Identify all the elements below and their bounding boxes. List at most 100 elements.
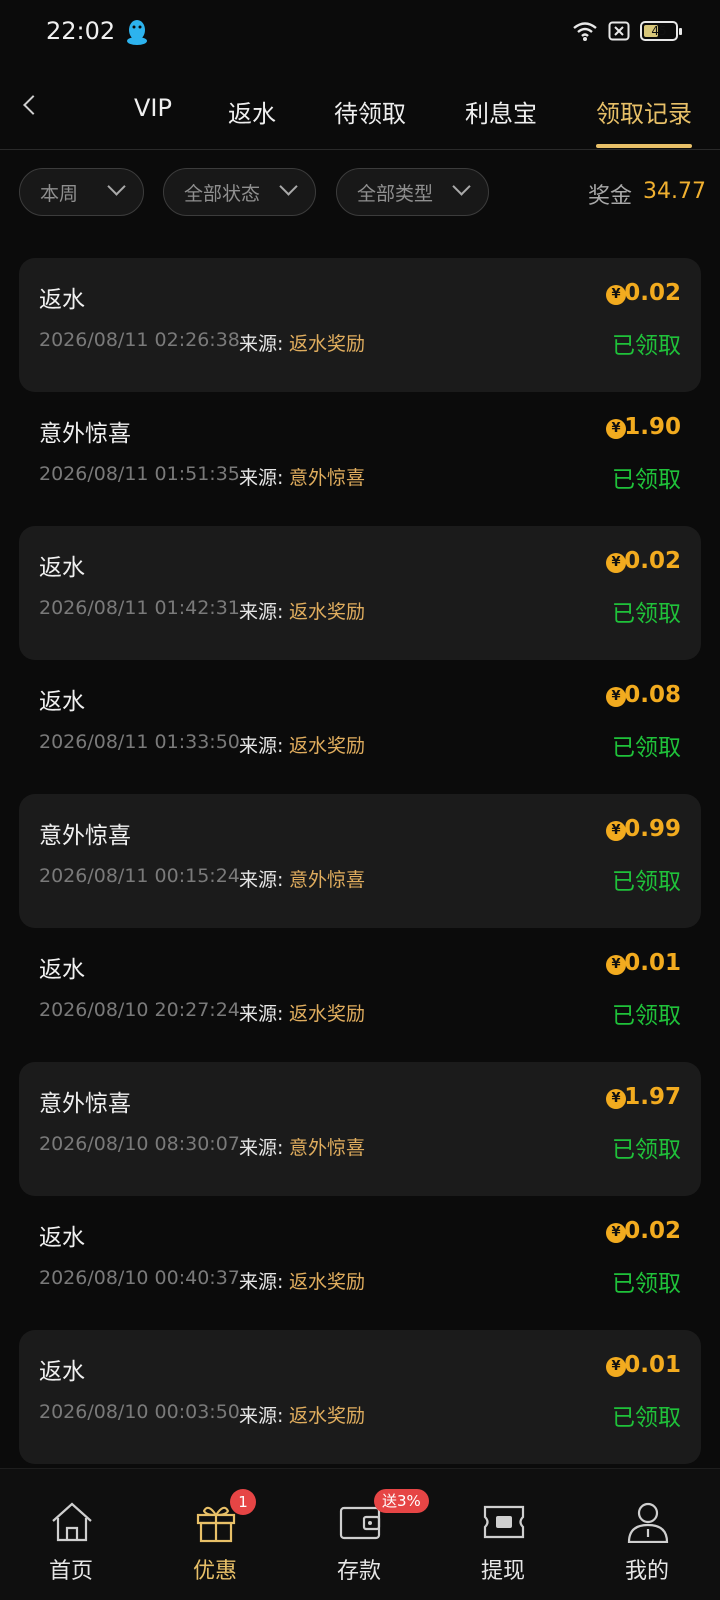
- record-title: 返水: [39, 957, 85, 983]
- record-source: 返水奖励: [289, 1003, 366, 1025]
- record-item[interactable]: 返水 2026/08/11 01:42:31 来源: 返水奖励 ¥ 0.02 已…: [19, 526, 701, 660]
- record-status: 已领取: [612, 601, 681, 627]
- chevron-down-icon: [452, 177, 471, 196]
- record-amount: 0.02: [624, 548, 681, 574]
- record-title: 返水: [39, 287, 85, 313]
- record-source-label: 来源:: [239, 1003, 284, 1025]
- record-source-label: 来源:: [239, 1405, 284, 1427]
- yuan-coin-icon: ¥: [606, 821, 626, 841]
- nav-withdraw[interactable]: 提现: [458, 1501, 548, 1591]
- record-time: 2026/08/11 01:51:35: [39, 463, 240, 485]
- no-sim-icon: [608, 21, 630, 41]
- tab-vip[interactable]: VIP: [134, 94, 172, 122]
- deposit-bonus-badge: 送3%: [374, 1489, 429, 1513]
- tab-interest[interactable]: 利息宝: [465, 94, 537, 129]
- record-status: 已领取: [612, 735, 681, 761]
- record-amount: 0.99: [624, 816, 681, 842]
- record-source-label: 来源:: [239, 735, 284, 757]
- record-source-label: 来源:: [239, 333, 284, 355]
- record-amount: 0.02: [624, 280, 681, 306]
- bonus-total: 34.77: [643, 179, 706, 204]
- record-title: 意外惊喜: [39, 421, 131, 447]
- record-status: 已领取: [612, 333, 681, 359]
- record-time: 2026/08/11 01:33:50: [39, 731, 240, 753]
- status-filter-dropdown[interactable]: 全部状态: [163, 168, 316, 216]
- status-time: 22:02: [46, 17, 116, 45]
- record-time: 2026/08/11 00:15:24: [39, 865, 240, 887]
- record-title: 返水: [39, 689, 85, 715]
- record-amount: 1.90: [624, 414, 681, 440]
- yuan-coin-icon: ¥: [606, 1223, 626, 1243]
- record-source: 返水奖励: [289, 1405, 366, 1427]
- record-source: 意外惊喜: [289, 1137, 366, 1159]
- period-filter-dropdown[interactable]: 本周: [19, 168, 144, 216]
- record-item[interactable]: 意外惊喜 2026/08/11 00:15:24 来源: 意外惊喜 ¥ 0.99…: [19, 794, 701, 928]
- bonus-label: 奖金: [588, 184, 633, 209]
- home-icon: [52, 1502, 92, 1542]
- back-button[interactable]: [14, 90, 50, 126]
- record-title: 意外惊喜: [39, 823, 131, 849]
- record-title: 返水: [39, 1225, 85, 1251]
- record-source: 意外惊喜: [289, 869, 366, 891]
- tab-pending[interactable]: 待领取: [334, 94, 406, 129]
- record-source: 返水奖励: [289, 601, 366, 623]
- nav-deposit[interactable]: 存款: [314, 1501, 404, 1591]
- claim-records-list: 返水 2026/08/11 02:26:38 来源: 返水奖励 ¥ 0.02 已…: [19, 258, 701, 1464]
- record-time: 2026/08/11 02:26:38: [39, 329, 240, 351]
- record-item[interactable]: 返水 2026/08/11 01:33:50 来源: 返水奖励 ¥ 0.08 已…: [19, 660, 701, 794]
- record-source-label: 来源:: [239, 1137, 284, 1159]
- profile-icon: [627, 1502, 669, 1543]
- status-icons: 45: [572, 20, 682, 42]
- record-item[interactable]: 返水 2026/08/10 00:03:50 来源: 返水奖励 ¥ 0.01 已…: [19, 1330, 701, 1464]
- type-filter-dropdown[interactable]: 全部类型: [336, 168, 489, 216]
- tab-rebate[interactable]: 返水: [228, 94, 276, 129]
- record-source: 返水奖励: [289, 333, 366, 355]
- record-status: 已领取: [612, 1137, 681, 1163]
- record-status: 已领取: [612, 1405, 681, 1431]
- active-tab-indicator: [596, 144, 692, 148]
- yuan-coin-icon: ¥: [606, 687, 626, 707]
- record-item[interactable]: 意外惊喜 2026/08/11 01:51:35 来源: 意外惊喜 ¥ 1.90…: [19, 392, 701, 526]
- status-bar: 22:02 45: [0, 0, 720, 64]
- battery-level: 45: [651, 24, 667, 38]
- record-source-label: 来源:: [239, 869, 284, 891]
- record-source: 意外惊喜: [289, 467, 366, 489]
- promotions-badge: 1: [230, 1489, 256, 1515]
- nav-promotions-label: 优惠: [192, 1559, 237, 1584]
- record-time: 2026/08/10 08:30:07: [39, 1133, 240, 1155]
- chevron-down-icon: [107, 177, 126, 196]
- nav-withdraw-label: 提现: [480, 1559, 525, 1584]
- nav-profile[interactable]: 我的: [602, 1501, 692, 1591]
- record-item[interactable]: 返水 2026/08/11 02:26:38 来源: 返水奖励 ¥ 0.02 已…: [19, 258, 701, 392]
- record-amount: 0.01: [624, 950, 681, 976]
- qq-penguin-icon: [127, 20, 147, 45]
- chevron-down-icon: [279, 177, 298, 196]
- record-title: 返水: [39, 555, 85, 581]
- nav-deposit-label: 存款: [336, 1559, 381, 1584]
- record-amount: 0.01: [624, 1352, 681, 1378]
- record-title: 意外惊喜: [39, 1091, 131, 1117]
- record-item[interactable]: 返水 2026/08/10 20:27:24 来源: 返水奖励 ¥ 0.01 已…: [19, 928, 701, 1062]
- yuan-coin-icon: ¥: [606, 553, 626, 573]
- record-amount: 0.08: [624, 682, 681, 708]
- wifi-icon: [573, 22, 597, 41]
- record-time: 2026/08/10 00:03:50: [39, 1401, 240, 1423]
- record-time: 2026/08/10 00:40:37: [39, 1267, 240, 1289]
- record-amount: 1.97: [624, 1084, 681, 1110]
- period-filter-value: 本周: [40, 182, 79, 205]
- top-tab-bar: VIP 返水 待领取 利息宝 领取记录: [0, 72, 720, 150]
- record-time: 2026/08/11 01:42:31: [39, 597, 240, 619]
- withdraw-icon: [483, 1505, 525, 1539]
- yuan-coin-icon: ¥: [606, 1357, 626, 1377]
- record-status: 已领取: [612, 869, 681, 895]
- record-item[interactable]: 返水 2026/08/10 00:40:37 来源: 返水奖励 ¥ 0.02 已…: [19, 1196, 701, 1330]
- record-source-label: 来源:: [239, 601, 284, 623]
- back-arrow-icon: [23, 95, 43, 115]
- nav-home[interactable]: 首页: [26, 1501, 116, 1591]
- record-item[interactable]: 意外惊喜 2026/08/10 08:30:07 来源: 意外惊喜 ¥ 1.97…: [19, 1062, 701, 1196]
- record-status: 已领取: [612, 1003, 681, 1029]
- record-time: 2026/08/10 20:27:24: [39, 999, 240, 1021]
- record-status: 已领取: [612, 467, 681, 493]
- bottom-nav: 首页 优惠 1 存款 送3% 提现 我的: [0, 1468, 720, 1600]
- tab-claim-records[interactable]: 领取记录: [596, 94, 692, 129]
